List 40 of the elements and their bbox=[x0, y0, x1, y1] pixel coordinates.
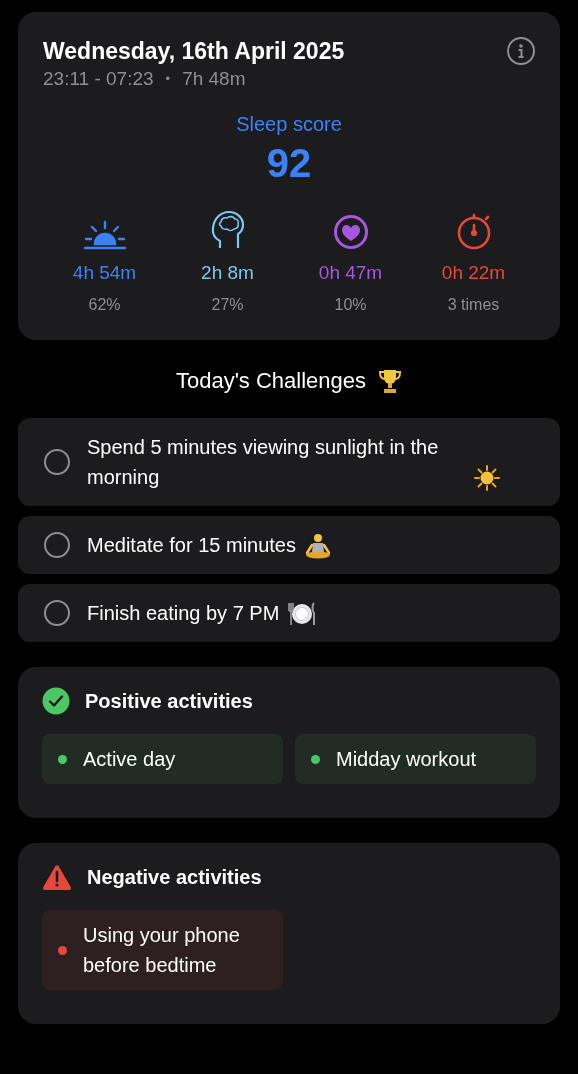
challenge-text: Spend 5 minutes viewing sunlight in the morning bbox=[87, 435, 440, 490]
challenge-checkbox[interactable] bbox=[44, 600, 70, 626]
stage-detail: 62% bbox=[88, 295, 121, 315]
activity-label: Active day bbox=[83, 747, 176, 772]
challenge-text: Finish eating by 7 PM bbox=[87, 601, 280, 626]
activity-label: Using your phone before bedtime bbox=[83, 923, 241, 978]
challenge-card[interactable]: Finish eating by 7 PM bbox=[18, 584, 560, 642]
head-brain-icon bbox=[209, 210, 246, 250]
stopwatch-icon bbox=[455, 212, 492, 250]
sunrise-icon bbox=[82, 220, 127, 250]
meditating-figure-icon bbox=[304, 533, 332, 559]
sleep-score: 92 bbox=[266, 140, 312, 186]
challenge-card[interactable]: Meditate for 15 minutes bbox=[18, 516, 560, 574]
stage-detail: 3 times bbox=[447, 295, 500, 315]
sleep-date: Wednesday, 16th April 2025 bbox=[43, 37, 345, 66]
stage-detail: 27% bbox=[211, 295, 244, 315]
separator-dot: • bbox=[165, 70, 171, 88]
challenge-checkbox[interactable] bbox=[44, 449, 70, 475]
trophy-icon bbox=[378, 368, 403, 394]
challenge-checkbox[interactable] bbox=[44, 532, 70, 558]
sleep-duration: 7h 48m bbox=[182, 67, 246, 91]
sleep-score-label: Sleep score bbox=[236, 112, 342, 137]
activities-title: Negative activities bbox=[87, 865, 262, 890]
check-circle-icon bbox=[42, 687, 70, 715]
plate-cutlery-icon bbox=[287, 601, 318, 627]
stage-duration: 0h 22m bbox=[441, 261, 506, 285]
sun-icon bbox=[474, 465, 500, 491]
activity-label: Midday workout bbox=[336, 747, 477, 772]
stage-detail: 10% bbox=[334, 295, 367, 315]
info-button[interactable] bbox=[507, 37, 535, 65]
warning-icon bbox=[42, 863, 72, 891]
challenge-card[interactable]: Spend 5 minutes viewing sunlight in the morning bbox=[18, 418, 560, 506]
challenge-text: Meditate for 15 minutes bbox=[87, 533, 296, 558]
stage-duration: 0h 47m bbox=[318, 261, 383, 285]
info-icon bbox=[518, 44, 524, 58]
sleep-time-range: 23:11 - 07:23 bbox=[43, 67, 154, 91]
stage-duration: 2h 8m bbox=[201, 261, 254, 285]
challenges-title: Today's Challenges bbox=[175, 367, 367, 395]
stage-duration: 4h 54m bbox=[72, 261, 137, 285]
activities-title: Positive activities bbox=[85, 689, 253, 714]
